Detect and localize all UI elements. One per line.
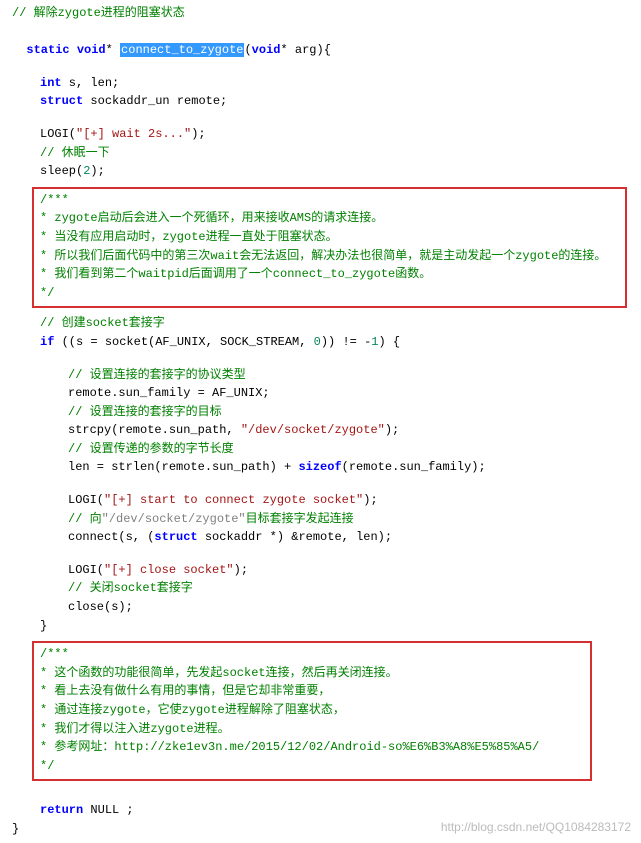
logi-fn: LOGI( (40, 127, 76, 141)
box1-l4: * 所以我们后面代码中的第三次wait会无法返回，解决办法也很简单，就是主动发起… (40, 247, 619, 266)
logi-fn: LOGI( (68, 563, 104, 577)
kw-void2: void (252, 43, 281, 57)
strcpy-head: strcpy(remote.sun_path, (68, 423, 241, 437)
comment-c2: // 设置连接的套接字的目标 (12, 403, 641, 422)
box1-l6: */ (40, 284, 619, 303)
kw-sizeof: sizeof (298, 460, 341, 474)
box2-l1: /*** (40, 645, 584, 664)
tail: ); (363, 493, 377, 507)
comment-socket: // 创建socket套接字 (12, 314, 641, 333)
logi-call-1: LOGI("[+] wait 2s..."); (12, 125, 641, 144)
kw-int: int (40, 76, 62, 90)
box2-l6: * 参考网址：http://zke1ev3n.me/2015/12/02/And… (40, 738, 584, 757)
paren-open: ( (244, 43, 251, 57)
box2-l5: * 我们才得以注入进zygote进程。 (40, 720, 584, 739)
len-line: len = strlen(remote.sun_path) + sizeof(r… (12, 458, 641, 477)
decl-rest: sockaddr_un remote; (83, 94, 227, 108)
box1-l1: /*** (40, 191, 619, 210)
kw-struct: struct (40, 94, 83, 108)
watermark: http://blog.csdn.net/QQ1084283172 (441, 818, 631, 837)
logi-call-3: LOGI("[+] close socket"); (12, 561, 641, 580)
kw-void: void (77, 43, 106, 57)
c4b-string: "/dev/socket/zygote" (102, 512, 246, 526)
comment-c5: // 关闭socket套接字 (12, 579, 641, 598)
box1-l2: * zygote启动后会进入一个死循环，用来接收AMS的请求连接。 (40, 209, 619, 228)
string-literal: "[+] wait 2s..." (76, 127, 191, 141)
string-literal: "/dev/socket/zygote" (241, 423, 385, 437)
comment-line: // 解除zygote进程的阻塞状态 (12, 4, 641, 23)
c4a: // 向 (68, 512, 102, 526)
tail: ); (90, 164, 104, 178)
decl-rest: s, len; (62, 76, 120, 90)
box1-l3: * 当没有应用启动时，zygote进程一直处于阻塞状态。 (40, 228, 619, 247)
strcpy-call: strcpy(remote.sun_path, "/dev/socket/zyg… (12, 421, 641, 440)
decl-struct: struct sockaddr_un remote; (12, 92, 641, 111)
string-literal: "[+] close socket" (104, 563, 234, 577)
sleep-call: sleep(2); (12, 162, 641, 181)
if-mid2: )) != - (321, 335, 371, 349)
logi-fn: LOGI( (68, 493, 104, 507)
box2-l4: * 通过连接zygote，它使zygote进程解除了阻塞状态， (40, 701, 584, 720)
function-name-highlight: connect_to_zygote (120, 43, 244, 57)
tail: ); (234, 563, 248, 577)
tail: ); (385, 423, 399, 437)
connect-head: connect(s, ( (68, 530, 154, 544)
box2-l3: * 看上去没有做什么有用的事情，但是它却非常重要， (40, 682, 584, 701)
kw-struct: struct (154, 530, 197, 544)
sleep-fn: sleep( (40, 164, 83, 178)
kw-if: if (40, 335, 54, 349)
arg-rest: arg){ (288, 43, 331, 57)
comment-c3: // 设置传递的参数的字节长度 (12, 440, 641, 459)
box2-l7: */ (40, 757, 584, 776)
string-literal: "[+] start to connect zygote socket" (104, 493, 363, 507)
if-mid: ((s = socket(AF_UNIX, SOCK_STREAM, (54, 335, 313, 349)
close-call: close(s); (12, 598, 641, 617)
box1-l5: * 我们看到第二个waitpid后面调用了一个connect_to_zygote… (40, 265, 619, 284)
len-head: len = strlen(remote.sun_path) + (68, 460, 298, 474)
c4c: 目标套接字发起连接 (246, 512, 354, 526)
star: * (106, 43, 113, 57)
function-signature: static void* connect_to_zygote(void* arg… (12, 23, 641, 60)
kw-return: return (40, 803, 83, 817)
kw-static: static (26, 43, 69, 57)
comment-sleep: // 休眠一下 (12, 144, 641, 163)
comment-box-1: /*** * zygote启动后会进入一个死循环，用来接收AMS的请求连接。 *… (32, 187, 627, 309)
remote-family: remote.sun_family = AF_UNIX; (12, 384, 641, 403)
brace-close-if: } (12, 617, 641, 636)
tail: ); (191, 127, 205, 141)
box2-l2: * 这个函数的功能很简单，先发起socket连接，然后再关闭连接。 (40, 664, 584, 683)
len-tail: (remote.sun_family); (342, 460, 486, 474)
decl-int: int s, len; (12, 74, 641, 93)
return-tail: NULL ; (83, 803, 133, 817)
logi-call-2: LOGI("[+] start to connect zygote socket… (12, 491, 641, 510)
if-line: if ((s = socket(AF_UNIX, SOCK_STREAM, 0)… (12, 333, 641, 352)
comment-c4: // 向"/dev/socket/zygote"目标套接字发起连接 (12, 510, 641, 529)
star2: * (280, 43, 287, 57)
connect-tail: sockaddr *) &remote, len); (198, 530, 392, 544)
comment-c1: // 设置连接的套接字的协议类型 (12, 366, 641, 385)
connect-call: connect(s, (struct sockaddr *) &remote, … (12, 528, 641, 547)
num: 0 (314, 335, 321, 349)
comment-box-2: /*** * 这个函数的功能很简单，先发起socket连接，然后再关闭连接。 *… (32, 641, 592, 781)
if-tail: ) { (378, 335, 400, 349)
